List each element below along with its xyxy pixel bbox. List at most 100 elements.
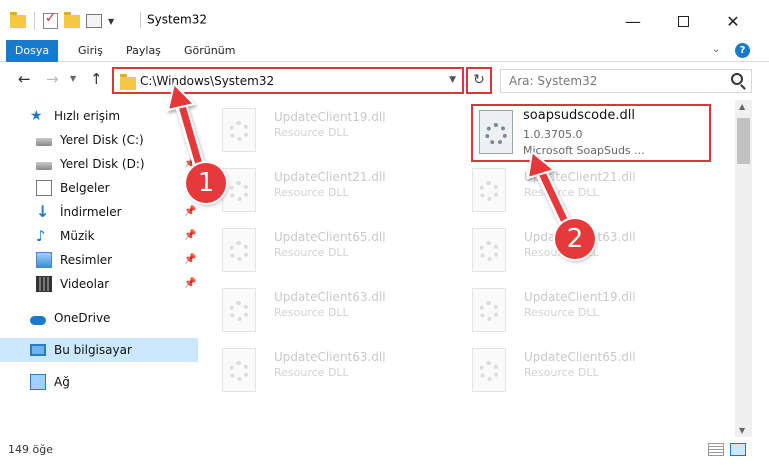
pin-icon: 📌: [184, 230, 197, 241]
customize-view-icon[interactable]: [86, 14, 102, 28]
tab-home[interactable]: Giriş: [74, 40, 107, 62]
sidebar-item-onedrive[interactable]: OneDrive: [0, 306, 198, 330]
window-title: System32: [140, 12, 207, 28]
chevron-down-icon[interactable]: ▼: [449, 75, 456, 85]
dll-file-icon: [222, 288, 256, 332]
list-item[interactable]: UpdateClient21.dll Resource DLL: [200, 162, 450, 220]
video-icon: [36, 276, 52, 292]
sidebar-item-label: Bu bilgisayar: [54, 343, 132, 357]
list-item[interactable]: UpdateClient65.dll Resource DLL: [450, 342, 700, 400]
file-type: Resource DLL: [274, 186, 349, 199]
tab-file[interactable]: Dosya: [6, 40, 58, 62]
close-button[interactable]: ✕: [710, 8, 756, 34]
list-item[interactable]: UpdateClient63.dll Resource DLL: [200, 282, 450, 340]
help-icon[interactable]: ?: [735, 43, 750, 58]
maximize-icon: [677, 15, 689, 27]
scroll-up-icon[interactable]: ▲: [739, 102, 745, 111]
file-type: Resource DLL: [274, 126, 349, 139]
sidebar-item-network[interactable]: Ağ: [0, 370, 198, 394]
pin-icon: 📌: [184, 254, 197, 265]
recent-locations-icon[interactable]: ▼: [70, 74, 76, 83]
list-item[interactable]: UpdateClient21.dll Resource DLL: [450, 162, 700, 220]
sidebar-item-documents[interactable]: Belgeler 📌: [0, 176, 198, 200]
item-count: 149 öğe: [8, 443, 53, 456]
minimize-icon: —: [625, 11, 641, 31]
pictures-icon: [36, 252, 52, 268]
list-item[interactable]: UpdateClient19.dll Resource DLL: [200, 102, 450, 160]
up-button[interactable]: ↑: [90, 70, 103, 88]
sidebar-item-label: Yerel Disk (C:): [60, 133, 144, 147]
back-button[interactable]: ←: [18, 70, 31, 88]
file-type: Resource DLL: [274, 306, 349, 319]
details-view-icon[interactable]: [708, 443, 724, 456]
minimize-button[interactable]: —: [610, 8, 656, 34]
highlighted-file-soapsudscode[interactable]: soapsudscode.dll 1.0.3705.0 Microsoft So…: [471, 104, 711, 162]
file-name: UpdateClient21.dll: [274, 170, 386, 184]
file-name: UpdateClient63.dll: [274, 290, 386, 304]
forward-button[interactable]: →: [46, 70, 59, 88]
tab-view[interactable]: Görünüm: [180, 40, 239, 62]
ribbon-tabs: Dosya Giriş Paylaş Görünüm ⌄ ?: [0, 40, 769, 62]
window-title-text: System32: [147, 12, 208, 27]
file-name: UpdateClient21.dll: [524, 170, 636, 184]
drive-icon: [36, 138, 52, 146]
file-name: UpdateClient65.dll: [524, 350, 636, 364]
sidebar-item-label: Müzik: [60, 229, 95, 243]
large-icons-view-icon[interactable]: [730, 443, 746, 456]
sidebar-item-disk-c[interactable]: Yerel Disk (C:) 📌: [0, 128, 198, 152]
navigation-bar: ← → ▼ ↑ C:\Windows\System32 ▼ ↻ Ara: Sys…: [0, 62, 769, 100]
new-folder-icon[interactable]: [64, 11, 80, 28]
music-icon: ♪: [36, 227, 46, 245]
navigation-pane: ★ Hızlı erişim Yerel Disk (C:) 📌 Yerel D…: [0, 100, 200, 437]
properties-check-icon[interactable]: [43, 11, 58, 29]
sidebar-item-label: Resimler: [60, 253, 113, 267]
refresh-button[interactable]: ↻: [466, 67, 492, 94]
document-icon: [36, 180, 52, 196]
dll-file-icon: [222, 108, 256, 152]
file-type: Resource DLL: [274, 366, 349, 379]
address-path[interactable]: C:\Windows\System32: [140, 74, 274, 88]
sidebar-item-pictures[interactable]: Resimler 📌: [0, 248, 198, 272]
sidebar-item-label: Videolar: [60, 277, 110, 291]
cloud-icon: [30, 316, 46, 325]
sidebar-item-quick-access[interactable]: ★ Hızlı erişim: [0, 104, 198, 128]
file-type: Resource DLL: [524, 306, 599, 319]
dll-file-icon: [222, 348, 256, 392]
toolbar-separator: [34, 12, 35, 30]
folder-icon[interactable]: [10, 11, 26, 28]
status-bar: 149 öğe: [0, 437, 769, 476]
title-bar: ▼ System32 — ✕: [0, 0, 769, 40]
search-input[interactable]: Ara: System32: [509, 74, 597, 88]
sidebar-item-downloads[interactable]: ↓ İndirmeler 📌: [0, 200, 198, 224]
sidebar-item-label: İndirmeler: [60, 205, 122, 219]
tab-share[interactable]: Paylaş: [122, 40, 165, 62]
file-name: UpdateClient63.dll: [274, 350, 386, 364]
maximize-button[interactable]: [660, 8, 706, 34]
list-item[interactable]: UpdateClient19.dll Resource DLL: [450, 282, 700, 340]
sidebar-item-this-pc[interactable]: Bu bilgisayar: [0, 338, 198, 362]
pin-icon: 📌: [184, 206, 197, 217]
file-type: Resource DLL: [524, 186, 599, 199]
chevron-down-icon[interactable]: ▼: [108, 17, 114, 26]
sidebar-item-videos[interactable]: Videolar 📌: [0, 272, 198, 296]
sidebar-item-disk-d[interactable]: Yerel Disk (D:) 📌: [0, 152, 198, 176]
step-badge-1: 1: [186, 163, 226, 203]
search-icon: [731, 73, 743, 85]
vertical-scrollbar[interactable]: ▲ ▼: [735, 100, 752, 437]
list-item[interactable]: UpdateClient65.dll Resource DLL: [200, 222, 450, 280]
sidebar-item-music[interactable]: ♪ Müzik 📌: [0, 224, 198, 248]
file-type: Resource DLL: [274, 246, 349, 259]
quick-access-toolbar: ▼: [10, 11, 114, 30]
dll-file-icon: [472, 288, 506, 332]
search-box[interactable]: Ara: System32: [500, 69, 752, 93]
scrollbar-thumb[interactable]: [737, 118, 750, 164]
drive-icon: [36, 162, 52, 170]
address-bar[interactable]: C:\Windows\System32 ▼: [112, 67, 464, 94]
list-item[interactable]: UpdateClient63.dll Resource DLL: [200, 342, 450, 400]
scroll-down-icon[interactable]: ▼: [739, 426, 745, 435]
dll-file-icon: [472, 168, 506, 212]
computer-icon: [30, 344, 46, 356]
sidebar-item-label: Yerel Disk (D:): [60, 157, 145, 171]
expand-ribbon-icon[interactable]: ⌄: [712, 44, 720, 55]
sidebar-item-label: Belgeler: [60, 181, 110, 195]
